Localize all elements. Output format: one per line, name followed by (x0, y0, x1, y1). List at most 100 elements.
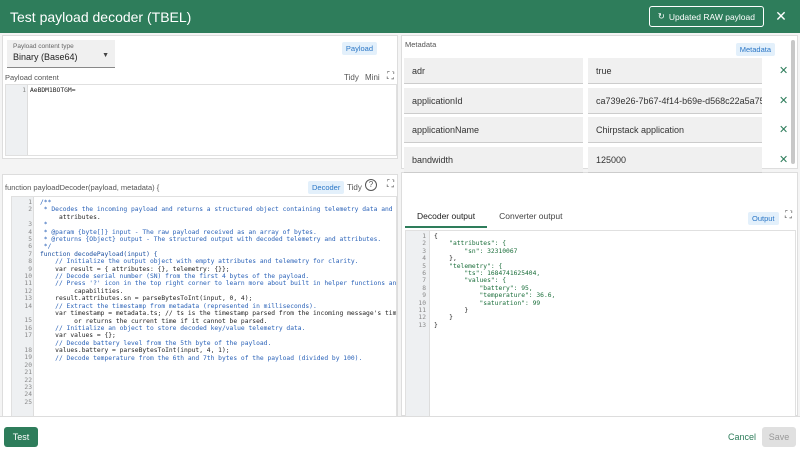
line-number: 11 (418, 307, 426, 314)
code-line: // Initialize an object to store decoded… (40, 324, 306, 332)
test-button[interactable]: Test (4, 427, 38, 447)
line-number: 5 (28, 236, 32, 243)
code-line: * @param {byte[]} input - The raw payloa… (40, 228, 317, 236)
code-line: */ (40, 243, 52, 251)
metadata-tag: Metadata (735, 43, 775, 56)
metadata-value-field[interactable]: Chirpstack application (588, 117, 762, 143)
line-number: 5 (422, 262, 426, 270)
line-number: 6 (422, 270, 426, 277)
line-number: 9 (422, 292, 426, 300)
payload-tidy-button[interactable]: Tidy (344, 73, 359, 82)
line-number: 25 (24, 398, 32, 406)
line-number: 21 (24, 369, 32, 377)
line-number: 14 (24, 302, 32, 310)
code-line: } (434, 321, 438, 329)
line-number: 9 (28, 265, 32, 273)
metadata-key-field[interactable]: bandwidth (404, 146, 583, 173)
code-line: result.attributes.sn = parseBytesToInt(i… (40, 295, 253, 303)
payload-mini-button[interactable]: Mini (365, 73, 380, 82)
metadata-scrollbar[interactable] (791, 40, 795, 164)
metadata-value-field[interactable]: ca739e26-7b67-4f14-b69e-d568c22a5a75 (588, 87, 762, 114)
code-line: or returns the current time if it cannot… (40, 317, 268, 325)
line-number: 4 (28, 228, 32, 236)
dialog-body: Payload content type Binary (Base64) ▼ P… (0, 33, 800, 448)
output-tag: Output (748, 212, 779, 225)
line-number: 22 (24, 376, 32, 384)
close-icon[interactable]: ✕ (772, 8, 790, 25)
payload-gutter: 1 (6, 85, 28, 155)
code-line: * (40, 221, 48, 229)
line-number: 3 (422, 247, 426, 255)
payload-content-type-select[interactable]: Payload content type Binary (Base64) ▼ (7, 40, 115, 68)
updated-raw-payload-button[interactable]: ↻ Updated RAW payload (648, 6, 764, 27)
code-line: "ts": 1684741625404, (434, 270, 541, 278)
select-value: Binary (Base64) (13, 52, 78, 62)
remove-row-icon[interactable]: ✕ (779, 94, 788, 107)
line-number: 23 (24, 384, 32, 391)
line-number: 6 (28, 243, 32, 251)
line-number: 1 (422, 233, 426, 240)
select-label: Payload content type (13, 43, 74, 50)
metadata-key-field[interactable]: adr (404, 58, 583, 84)
decoder-editor[interactable]: 1 2 3 4 5 6 7 8 9 10 11 12 13 14 15 16 17 18 19 20 21 22 23 24 2… (11, 196, 397, 430)
payload-editor[interactable]: 1 AeBDM1BOTGM= (5, 84, 397, 156)
payload-content-label: Payload content (5, 73, 59, 82)
code-line: var timestamp = metadata.ts; // ts is th… (40, 310, 397, 318)
decoder-gutter: 1 2 3 4 5 6 7 8 9 10 11 12 13 14 15 16 17 18 19 20 21 22 23 24 2… (12, 197, 34, 429)
code-line: }, (434, 255, 457, 263)
code-line: * @returns {Object} output - The structu… (40, 236, 382, 244)
metadata-key-field[interactable]: applicationId (404, 87, 583, 114)
line-number: 12 (24, 287, 32, 295)
code-line: var result = { attributes: {}, telemetry… (40, 265, 230, 273)
line-number: 1 (28, 199, 32, 206)
metadata-value-field[interactable]: 125000 (588, 146, 762, 173)
line-number: 2 (28, 206, 32, 214)
line-number: 20 (24, 361, 32, 369)
line-number: 12 (418, 314, 426, 322)
updated-raw-payload-label: Updated RAW payload (668, 11, 755, 22)
line-number: 17 (24, 332, 32, 340)
tab-converter-output[interactable]: Converter output (487, 206, 574, 228)
cancel-button[interactable]: Cancel (728, 432, 756, 442)
refresh-icon: ↻ (657, 11, 665, 21)
line-number: 16 (24, 324, 32, 332)
code-line: "temperature": 36.6, (434, 292, 556, 300)
tab-decoder-output[interactable]: Decoder output (405, 206, 488, 228)
code-line: "battery": 95, (434, 284, 533, 292)
code-line: } (434, 307, 469, 315)
save-button[interactable]: Save (762, 427, 796, 447)
output-tabs: Decoder output Converter output (405, 206, 574, 228)
fullscreen-icon[interactable]: ⛶ (387, 179, 394, 190)
metadata-label: Metadata (405, 40, 437, 49)
line-number: 10 (24, 273, 32, 280)
payload-tag: Payload (341, 42, 377, 55)
metadata-key-field[interactable]: applicationName (404, 117, 583, 143)
fullscreen-icon[interactable]: ⛶ (785, 210, 792, 221)
line-number: 13 (24, 295, 32, 303)
fullscreen-icon[interactable]: ⛶ (387, 71, 394, 82)
code-line: values.battery = parseBytesToInt(input, … (40, 347, 230, 355)
code-line: } (434, 314, 453, 322)
code-line: // Extract the timestamp from metadata (… (40, 302, 317, 310)
remove-row-icon[interactable]: ✕ (779, 123, 788, 136)
code-line: // Initialize the output object with emp… (40, 258, 359, 266)
code-line: capabilities. (40, 287, 124, 295)
decoder-tidy-button[interactable]: Tidy (347, 183, 362, 192)
line-number: 8 (422, 284, 426, 292)
remove-row-icon[interactable]: ✕ (779, 64, 788, 77)
code-line: // Press '?' icon in the top right corne… (40, 280, 397, 288)
dialog-header: Test payload decoder (TBEL) ↻ Updated RA… (0, 0, 800, 33)
code-line: // Decode temperature from the 6th and 7… (40, 354, 363, 362)
metadata-value-field[interactable]: true (588, 58, 762, 84)
line-number: 4 (422, 255, 426, 263)
decoder-tag: Decoder (308, 181, 345, 194)
remove-row-icon[interactable]: ✕ (779, 153, 788, 166)
code-line: "saturation": 99 (434, 299, 541, 307)
help-icon[interactable]: ? (365, 179, 377, 191)
line-number: 8 (28, 258, 32, 266)
line-number: 10 (418, 299, 426, 307)
decoder-signature: function payloadDecoder(payload, metadat… (5, 183, 160, 192)
code-line: * Decodes the incoming payload and retur… (40, 206, 393, 214)
line-number: 3 (28, 221, 32, 229)
line-number: 7 (28, 250, 32, 258)
